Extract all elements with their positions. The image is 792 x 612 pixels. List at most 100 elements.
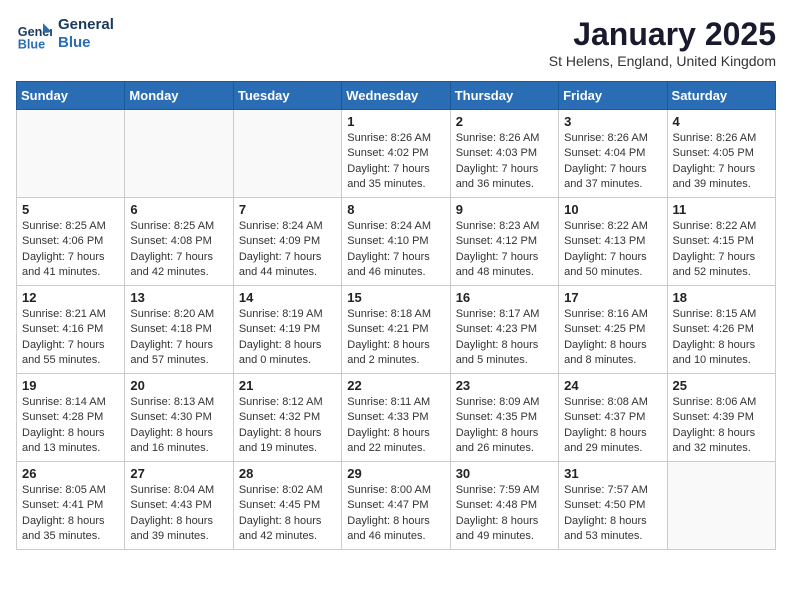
calendar: SundayMondayTuesdayWednesdayThursdayFrid… [16,81,776,550]
day-number: 27 [130,466,227,481]
day-info: Sunrise: 8:09 AMSunset: 4:35 PMDaylight:… [456,395,553,457]
day-info: Sunrise: 8:06 AMSunset: 4:39 PMDaylight:… [673,395,770,457]
day-info: Sunrise: 8:13 AMSunset: 4:30 PMDaylight:… [130,395,227,457]
day-info: Sunrise: 8:26 AMSunset: 4:03 PMDaylight:… [456,131,553,193]
calendar-cell [125,110,233,198]
day-number: 8 [347,202,444,217]
day-number: 11 [673,202,770,217]
day-info: Sunrise: 7:57 AMSunset: 4:50 PMDaylight:… [564,483,661,545]
day-number: 4 [673,114,770,129]
day-info: Sunrise: 8:24 AMSunset: 4:10 PMDaylight:… [347,219,444,281]
calendar-cell: 3Sunrise: 8:26 AMSunset: 4:04 PMDaylight… [559,110,667,198]
calendar-cell: 14Sunrise: 8:19 AMSunset: 4:19 PMDayligh… [233,286,341,374]
calendar-cell: 20 Sunrise: 8:13 AMSunset: 4:30 PMDayligh… [125,374,233,462]
logo: General Blue General Blue [16,16,114,52]
day-info: Sunrise: 7:59 AMSunset: 4:48 PMDaylight:… [456,483,553,545]
calendar-cell: 28Sunrise: 8:02 AMSunset: 4:45 PMDayligh… [233,462,341,550]
day-info: Sunrise: 8:12 AMSunset: 4:32 PMDaylight:… [239,395,336,457]
day-number: 2 [456,114,553,129]
title-block: January 2025 St Helens, England, United … [549,16,776,69]
day-number: 7 [239,202,336,217]
calendar-cell: 22 Sunrise: 8:11 AMSunset: 4:33 PMDayligh… [342,374,450,462]
calendar-cell: 4 Sunrise: 8:26 AMSunset: 4:05 PMDaylight… [667,110,775,198]
day-info: Sunrise: 8:25 AMSunset: 4:08 PMDaylight:… [130,219,227,281]
calendar-cell: 12 Sunrise: 8:21 AMSunset: 4:16 PMDayligh… [17,286,125,374]
day-number: 21 [239,378,336,393]
weekday-header: Thursday [450,82,558,110]
day-number: 30 [456,466,553,481]
day-info: Sunrise: 8:21 AMSunset: 4:16 PMDaylight:… [22,307,119,369]
day-number: 10 [564,202,661,217]
day-number: 22 [347,378,444,393]
calendar-cell: 17 Sunrise: 8:16 AMSunset: 4:25 PMDayligh… [559,286,667,374]
calendar-cell: 21 Sunrise: 8:12 AMSunset: 4:32 PMDayligh… [233,374,341,462]
weekday-header: Sunday [17,82,125,110]
day-info: Sunrise: 8:20 AMSunset: 4:18 PMDaylight:… [130,307,227,369]
day-number: 14 [239,290,336,305]
calendar-cell: 19 Sunrise: 8:14 AMSunset: 4:28 PMDayligh… [17,374,125,462]
day-info: Sunrise: 8:14 AMSunset: 4:28 PMDaylight:… [22,395,119,457]
day-info: Sunrise: 8:24 AMSunset: 4:09 PMDaylight:… [239,219,336,281]
calendar-cell: 16 Sunrise: 8:17 AMSunset: 4:23 PMDayligh… [450,286,558,374]
day-number: 13 [130,290,227,305]
day-number: 16 [456,290,553,305]
day-number: 5 [22,202,119,217]
day-number: 17 [564,290,661,305]
calendar-cell: 27 Sunrise: 8:04 AMSunset: 4:43 PMDayligh… [125,462,233,550]
day-number: 28 [239,466,336,481]
day-info: Sunrise: 8:04 AMSunset: 4:43 PMDaylight:… [130,483,227,545]
location: St Helens, England, United Kingdom [549,53,776,69]
day-number: 15 [347,290,444,305]
day-info: Sunrise: 8:23 AMSunset: 4:12 PMDaylight:… [456,219,553,281]
calendar-cell: 23Sunrise: 8:09 AMSunset: 4:35 PMDayligh… [450,374,558,462]
calendar-cell: 1 Sunrise: 8:26 AMSunset: 4:02 PMDaylight… [342,110,450,198]
day-info: Sunrise: 8:15 AMSunset: 4:26 PMDaylight:… [673,307,770,369]
svg-text:Blue: Blue [18,37,45,51]
day-info: Sunrise: 8:08 AMSunset: 4:37 PMDaylight:… [564,395,661,457]
day-info: Sunrise: 8:00 AMSunset: 4:47 PMDaylight:… [347,483,444,545]
day-number: 1 [347,114,444,129]
calendar-cell: 30 Sunrise: 7:59 AMSunset: 4:48 PMDayligh… [450,462,558,550]
day-info: Sunrise: 8:25 AMSunset: 4:06 PMDaylight:… [22,219,119,281]
calendar-cell: 15 Sunrise: 8:18 AMSunset: 4:21 PMDayligh… [342,286,450,374]
calendar-cell: 31 Sunrise: 7:57 AMSunset: 4:50 PMDayligh… [559,462,667,550]
calendar-cell: 10Sunrise: 8:22 AMSunset: 4:13 PMDayligh… [559,198,667,286]
day-info: Sunrise: 8:18 AMSunset: 4:21 PMDaylight:… [347,307,444,369]
day-number: 26 [22,466,119,481]
calendar-cell [667,462,775,550]
calendar-cell: 29 Sunrise: 8:00 AMSunset: 4:47 PMDayligh… [342,462,450,550]
calendar-cell: 26 Sunrise: 8:05 AMSunset: 4:41 PMDayligh… [17,462,125,550]
weekday-header: Wednesday [342,82,450,110]
day-info: Sunrise: 8:05 AMSunset: 4:41 PMDaylight:… [22,483,119,545]
calendar-cell [233,110,341,198]
day-number: 6 [130,202,227,217]
day-info: Sunrise: 8:26 AMSunset: 4:05 PMDaylight:… [673,131,770,193]
weekday-header: Tuesday [233,82,341,110]
day-info: Sunrise: 8:17 AMSunset: 4:23 PMDaylight:… [456,307,553,369]
calendar-cell: 9 Sunrise: 8:23 AMSunset: 4:12 PMDaylight… [450,198,558,286]
calendar-cell: 7 Sunrise: 8:24 AMSunset: 4:09 PMDaylight… [233,198,341,286]
day-info: Sunrise: 8:26 AMSunset: 4:04 PMDaylight:… [564,131,661,193]
calendar-cell: 11 Sunrise: 8:22 AMSunset: 4:15 PMDayligh… [667,198,775,286]
day-number: 31 [564,466,661,481]
day-number: 20 [130,378,227,393]
calendar-cell: 8 Sunrise: 8:24 AMSunset: 4:10 PMDaylight… [342,198,450,286]
logo-line2: Blue [58,34,114,52]
calendar-cell: 13 Sunrise: 8:20 AMSunset: 4:18 PMDayligh… [125,286,233,374]
day-number: 12 [22,290,119,305]
weekday-header: Monday [125,82,233,110]
day-number: 9 [456,202,553,217]
day-info: Sunrise: 8:11 AMSunset: 4:33 PMDaylight:… [347,395,444,457]
day-number: 19 [22,378,119,393]
calendar-cell: 24 Sunrise: 8:08 AMSunset: 4:37 PMDayligh… [559,374,667,462]
day-number: 29 [347,466,444,481]
page-header: General Blue General Blue January 2025 S… [16,16,776,69]
day-number: 24 [564,378,661,393]
calendar-cell: 2 Sunrise: 8:26 AMSunset: 4:03 PMDaylight… [450,110,558,198]
day-info: Sunrise: 8:22 AMSunset: 4:15 PMDaylight:… [673,219,770,281]
day-info: Sunrise: 8:16 AMSunset: 4:25 PMDaylight:… [564,307,661,369]
calendar-cell [17,110,125,198]
day-number: 25 [673,378,770,393]
day-info: Sunrise: 8:26 AMSunset: 4:02 PMDaylight:… [347,131,444,193]
day-number: 18 [673,290,770,305]
